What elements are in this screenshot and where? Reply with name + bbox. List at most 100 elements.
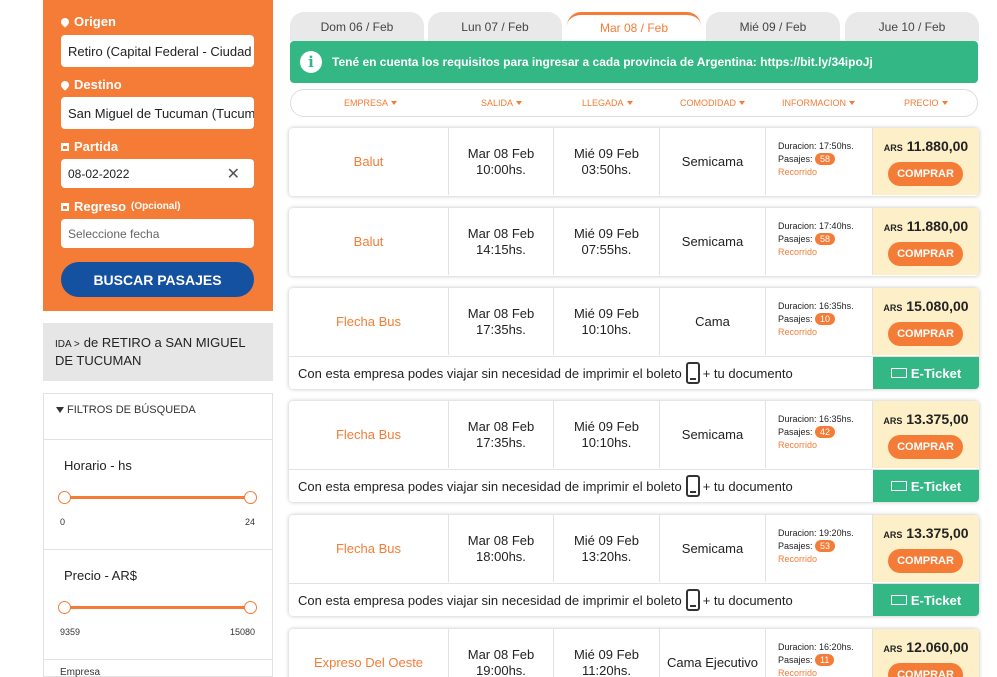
price-cell: ARS 15.080,00 COMPRAR — [873, 288, 979, 355]
info-banner: i Tené en cuenta los requisitos para ing… — [290, 41, 978, 83]
departure-time: 18:00hs. — [476, 548, 526, 564]
schedule-filter: Horario - hs 0 24 — [44, 440, 272, 550]
buy-button[interactable]: COMPRAR — [888, 162, 963, 186]
company-name[interactable]: Flecha Bus — [289, 288, 449, 355]
sort-salida[interactable]: SALIDA — [481, 90, 523, 116]
slider-handle-max[interactable] — [244, 491, 257, 504]
result-row: Flecha Bus Mar 08 Feb 17:35hs. Mié 09 Feb… — [289, 401, 979, 468]
trip-info: Duracion: 16:20hs. Pasajes: 11 Recorrido — [766, 629, 873, 677]
price-cell: ARS 11.880,00 COMPRAR — [873, 128, 979, 195]
filter-title: Precio - AR$ — [64, 568, 137, 583]
slider-handle-max[interactable] — [244, 601, 257, 614]
return-label: Regreso (Opcional) — [61, 199, 180, 214]
company-name[interactable]: Balut — [289, 128, 449, 195]
departure-date: Mar 08 Feb — [467, 532, 535, 548]
sort-empresa[interactable]: EMPRESA — [344, 90, 398, 116]
route-link[interactable]: Recorrido — [778, 166, 872, 179]
location-pin-icon — [59, 15, 71, 28]
trip-info: Duracion: 16:35hs. Pasajes: 42 Recorrido — [766, 401, 873, 468]
caret-down-icon — [391, 101, 398, 105]
departure: Mar 08 Feb 19:00hs. — [449, 629, 554, 677]
clear-icon[interactable]: ✕ — [227, 164, 240, 184]
result-card: Flecha Bus Mar 08 Feb 17:35hs. Mié 09 Feb… — [289, 288, 979, 389]
route-link[interactable]: Recorrido — [778, 326, 872, 339]
company-filter-title[interactable]: Empresa — [60, 667, 100, 677]
seats-badge: 53 — [815, 540, 836, 552]
route-link[interactable]: Recorrido — [778, 439, 872, 452]
sort-comodidad[interactable]: COMODIDAD — [680, 90, 745, 116]
arrival-date: Mié 09 Feb — [573, 305, 640, 321]
seats-badge: 58 — [815, 233, 836, 245]
company-name[interactable]: Flecha Bus — [289, 515, 449, 582]
price: ARS 12.060,00 — [883, 639, 969, 655]
company-name[interactable]: Balut — [289, 208, 449, 275]
search-panel: Origen Retiro (Capital Federal - Ciudad … — [43, 0, 273, 311]
result-row: Balut Mar 08 Feb 14:15hs. Mié 09 Feb 07:55… — [289, 208, 979, 275]
duration: Duracion: 17:40hs. — [778, 221, 854, 231]
info-icon: i — [300, 51, 322, 73]
info-text[interactable]: Tené en cuenta los requisitos para ingre… — [332, 55, 873, 69]
sort-informacion[interactable]: INFORMACION — [782, 90, 855, 116]
buy-button[interactable]: COMPRAR — [888, 322, 963, 346]
comfort: Semicama — [660, 515, 766, 582]
slider-handle-min[interactable] — [58, 601, 71, 614]
eticket-badge: E-Ticket — [873, 470, 979, 502]
slider-min-value: 9359 — [60, 627, 81, 637]
trip-info: Duracion: 19:20hs. Pasajes: 53 Recorrido — [766, 515, 873, 582]
result-card: Flecha Bus Mar 08 Feb 17:35hs. Mié 09 Feb… — [289, 401, 979, 502]
origin-input[interactable]: Retiro (Capital Federal - Ciudad — [61, 35, 254, 67]
sort-llegada[interactable]: LLEGADA — [582, 90, 633, 116]
departure-date: Mar 08 Feb — [467, 145, 535, 161]
destination-label: Destino — [59, 77, 122, 92]
route-link[interactable]: Recorrido — [778, 553, 872, 566]
departure-date: Mar 08 Feb — [467, 646, 535, 662]
duration: Duracion: 16:35hs. — [778, 301, 854, 311]
comfort: Cama — [660, 288, 766, 355]
date-tab[interactable]: Dom 06 / Feb — [290, 12, 424, 41]
price: ARS 11.880,00 — [883, 218, 969, 234]
departure-date-input[interactable]: 08-02-2022 ✕ — [61, 159, 254, 188]
duration: Duracion: 17:50hs. — [778, 141, 854, 151]
company-name[interactable]: Flecha Bus — [289, 401, 449, 468]
search-button[interactable]: BUSCAR PASAJES — [61, 262, 254, 297]
arrival-time: 03:50hs. — [581, 161, 632, 177]
departure: Mar 08 Feb 18:00hs. — [449, 515, 554, 582]
date-tab[interactable]: Lun 07 / Feb — [428, 12, 562, 41]
return-date-input[interactable]: Seleccione fecha — [61, 219, 254, 248]
price: ARS 13.375,00 — [883, 411, 969, 427]
seats-badge: 58 — [815, 153, 836, 165]
date-tab-active[interactable]: Mar 08 / Feb — [567, 12, 701, 41]
slider-handle-min[interactable] — [58, 491, 71, 504]
phone-icon — [685, 589, 700, 611]
arrival: Mié 09 Feb 13:20hs. — [554, 515, 660, 582]
route-link[interactable]: Recorrido — [778, 246, 872, 259]
buy-button[interactable]: COMPRAR — [888, 663, 963, 677]
destination-input[interactable]: San Miguel de Tucuman (Tucumá — [61, 97, 254, 129]
eticket-row: Con esta empresa podes viajar sin necesi… — [289, 469, 979, 502]
eticket-badge: E-Ticket — [873, 584, 979, 616]
departure-time: 14:15hs. — [476, 241, 526, 257]
buy-button[interactable]: COMPRAR — [888, 435, 963, 459]
duration: Duracion: 16:20hs. — [778, 642, 854, 652]
buy-button[interactable]: COMPRAR — [888, 549, 963, 573]
result-row: Flecha Bus Mar 08 Feb 17:35hs. Mié 09 Feb… — [289, 288, 979, 355]
route-link[interactable]: Recorrido — [778, 667, 872, 677]
departure: Mar 08 Feb 10:00hs. — [449, 128, 554, 195]
company-name[interactable]: Expreso Del Oeste — [289, 629, 449, 677]
slider-track[interactable] — [65, 606, 251, 609]
arrival: Mié 09 Feb 11:20hs. — [554, 629, 660, 677]
result-row: Flecha Bus Mar 08 Feb 18:00hs. Mié 09 Feb… — [289, 515, 979, 582]
departure-time: 17:35hs. — [476, 321, 526, 337]
buy-button[interactable]: COMPRAR — [888, 242, 963, 266]
arrival-date: Mié 09 Feb — [573, 145, 640, 161]
duration: Duracion: 19:20hs. — [778, 528, 854, 538]
slider-track[interactable] — [65, 496, 251, 499]
date-tab[interactable]: Mié 09 / Feb — [706, 12, 840, 41]
seats: Pasajes: 10 — [778, 313, 872, 326]
seats-badge: 42 — [815, 426, 836, 438]
arrival: Mié 09 Feb 07:55hs. — [554, 208, 660, 275]
seats: Pasajes: 53 — [778, 540, 872, 553]
filter-title: Horario - hs — [64, 458, 132, 473]
date-tab[interactable]: Jue 10 / Feb — [845, 12, 979, 41]
sort-precio[interactable]: PRECIO — [904, 90, 948, 116]
